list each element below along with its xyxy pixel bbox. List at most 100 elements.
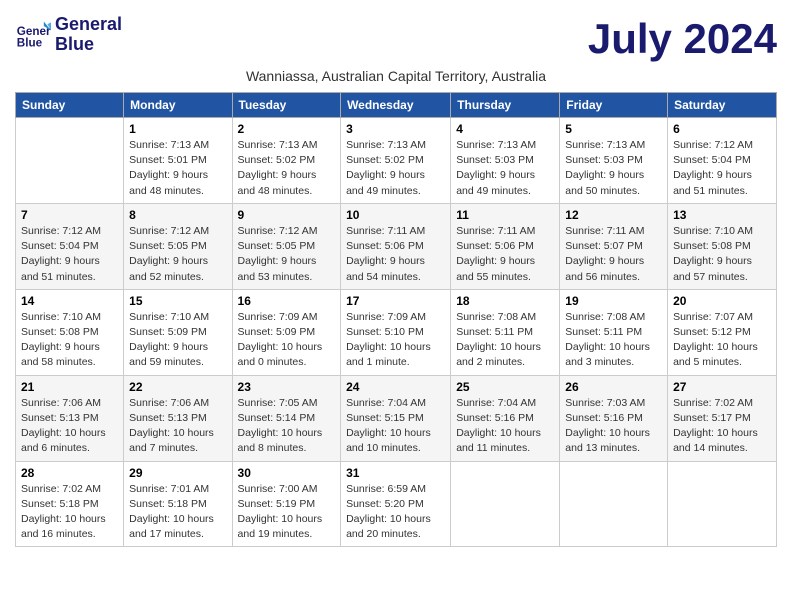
day-info: Sunrise: 7:12 AM Sunset: 5:05 PM Dayligh…	[238, 224, 336, 285]
day-info: Sunrise: 7:10 AM Sunset: 5:08 PM Dayligh…	[21, 310, 118, 371]
day-number: 24	[346, 380, 445, 394]
month-title: July 2024	[588, 15, 777, 63]
day-number: 23	[238, 380, 336, 394]
week-row-3: 14Sunrise: 7:10 AM Sunset: 5:08 PM Dayli…	[16, 289, 777, 375]
header-thursday: Thursday	[451, 93, 560, 118]
day-number: 29	[129, 466, 226, 480]
calendar-table: SundayMondayTuesdayWednesdayThursdayFrid…	[15, 92, 777, 547]
day-cell: 25 Sunrise: 7:04 AM Sunset: 5:16 PM Dayli…	[451, 375, 560, 461]
day-cell	[668, 461, 777, 547]
day-info: Sunrise: 7:12 AM Sunset: 5:05 PM Dayligh…	[129, 224, 226, 285]
day-number: 11	[456, 208, 554, 222]
week-row-2: 7 Sunrise: 7:12 AM Sunset: 5:04 PM Daylig…	[16, 203, 777, 289]
day-cell: 30Sunrise: 7:00 AM Sunset: 5:19 PM Dayli…	[232, 461, 341, 547]
week-row-4: 21 Sunrise: 7:06 AM Sunset: 5:13 PM Dayli…	[16, 375, 777, 461]
day-info: Sunrise: 7:04 AM Sunset: 5:16 PM Dayligh…	[456, 396, 554, 457]
header-monday: Monday	[124, 93, 232, 118]
day-info: Sunrise: 7:12 AM Sunset: 5:04 PM Dayligh…	[21, 224, 118, 285]
day-number: 2	[238, 122, 336, 136]
logo-icon: General Blue	[15, 17, 51, 53]
day-info: Sunrise: 7:05 AM Sunset: 5:14 PM Dayligh…	[238, 396, 336, 457]
day-info: Sunrise: 7:13 AM Sunset: 5:01 PM Dayligh…	[129, 138, 226, 199]
logo: General Blue General Blue	[15, 15, 122, 55]
day-cell: 12 Sunrise: 7:11 AM Sunset: 5:07 PM Dayli…	[560, 203, 668, 289]
day-cell	[451, 461, 560, 547]
day-cell: 21 Sunrise: 7:06 AM Sunset: 5:13 PM Dayli…	[16, 375, 124, 461]
day-info: Sunrise: 7:11 AM Sunset: 5:07 PM Dayligh…	[565, 224, 662, 285]
day-cell: 13 Sunrise: 7:10 AM Sunset: 5:08 PM Dayli…	[668, 203, 777, 289]
day-number: 21	[21, 380, 118, 394]
calendar-header-row: SundayMondayTuesdayWednesdayThursdayFrid…	[16, 93, 777, 118]
day-cell: 3 Sunrise: 7:13 AM Sunset: 5:02 PM Daylig…	[341, 118, 451, 204]
day-info: Sunrise: 7:13 AM Sunset: 5:03 PM Dayligh…	[456, 138, 554, 199]
day-number: 31	[346, 466, 445, 480]
day-info: Sunrise: 7:09 AM Sunset: 5:09 PM Dayligh…	[238, 310, 336, 371]
day-info: Sunrise: 7:02 AM Sunset: 5:17 PM Dayligh…	[673, 396, 771, 457]
day-cell: 20Sunrise: 7:07 AM Sunset: 5:12 PM Dayli…	[668, 289, 777, 375]
day-info: Sunrise: 7:06 AM Sunset: 5:13 PM Dayligh…	[21, 396, 118, 457]
day-cell: 31 Sunrise: 6:59 AM Sunset: 5:20 PM Dayli…	[341, 461, 451, 547]
day-cell: 26Sunrise: 7:03 AM Sunset: 5:16 PM Dayli…	[560, 375, 668, 461]
day-cell: 15 Sunrise: 7:10 AM Sunset: 5:09 PM Dayli…	[124, 289, 232, 375]
day-number: 15	[129, 294, 226, 308]
day-info: Sunrise: 7:10 AM Sunset: 5:08 PM Dayligh…	[673, 224, 771, 285]
day-number: 1	[129, 122, 226, 136]
day-cell: 14Sunrise: 7:10 AM Sunset: 5:08 PM Dayli…	[16, 289, 124, 375]
header-sunday: Sunday	[16, 93, 124, 118]
day-number: 30	[238, 466, 336, 480]
day-cell: 2 Sunrise: 7:13 AM Sunset: 5:02 PM Daylig…	[232, 118, 341, 204]
svg-text:Blue: Blue	[17, 36, 43, 49]
day-cell: 18 Sunrise: 7:08 AM Sunset: 5:11 PM Dayli…	[451, 289, 560, 375]
header-wednesday: Wednesday	[341, 93, 451, 118]
day-number: 10	[346, 208, 445, 222]
day-number: 22	[129, 380, 226, 394]
day-cell: 8 Sunrise: 7:12 AM Sunset: 5:05 PM Daylig…	[124, 203, 232, 289]
header-friday: Friday	[560, 93, 668, 118]
day-number: 4	[456, 122, 554, 136]
day-number: 8	[129, 208, 226, 222]
day-info: Sunrise: 7:11 AM Sunset: 5:06 PM Dayligh…	[456, 224, 554, 285]
day-number: 17	[346, 294, 445, 308]
day-number: 5	[565, 122, 662, 136]
day-number: 9	[238, 208, 336, 222]
day-cell: 29Sunrise: 7:01 AM Sunset: 5:18 PM Dayli…	[124, 461, 232, 547]
logo-line1: General	[55, 15, 122, 35]
day-info: Sunrise: 7:08 AM Sunset: 5:11 PM Dayligh…	[456, 310, 554, 371]
day-info: Sunrise: 7:08 AM Sunset: 5:11 PM Dayligh…	[565, 310, 662, 371]
header-saturday: Saturday	[668, 93, 777, 118]
day-number: 18	[456, 294, 554, 308]
day-info: Sunrise: 7:09 AM Sunset: 5:10 PM Dayligh…	[346, 310, 445, 371]
day-cell: 10 Sunrise: 7:11 AM Sunset: 5:06 PM Dayli…	[341, 203, 451, 289]
week-row-1: 1 Sunrise: 7:13 AM Sunset: 5:01 PM Daylig…	[16, 118, 777, 204]
day-number: 13	[673, 208, 771, 222]
subtitle: Wanniassa, Australian Capital Territory,…	[15, 68, 777, 84]
logo-line2: Blue	[55, 35, 122, 55]
day-cell	[560, 461, 668, 547]
day-cell: 5 Sunrise: 7:13 AM Sunset: 5:03 PM Daylig…	[560, 118, 668, 204]
day-number: 3	[346, 122, 445, 136]
day-cell: 23 Sunrise: 7:05 AM Sunset: 5:14 PM Dayli…	[232, 375, 341, 461]
day-number: 28	[21, 466, 118, 480]
day-cell	[16, 118, 124, 204]
day-cell: 22 Sunrise: 7:06 AM Sunset: 5:13 PM Dayli…	[124, 375, 232, 461]
day-info: Sunrise: 7:13 AM Sunset: 5:02 PM Dayligh…	[238, 138, 336, 199]
day-info: Sunrise: 7:07 AM Sunset: 5:12 PM Dayligh…	[673, 310, 771, 371]
page-header: General Blue General Blue July 2024	[15, 15, 777, 63]
day-cell: 19Sunrise: 7:08 AM Sunset: 5:11 PM Dayli…	[560, 289, 668, 375]
day-number: 7	[21, 208, 118, 222]
day-info: Sunrise: 7:13 AM Sunset: 5:02 PM Dayligh…	[346, 138, 445, 199]
day-info: Sunrise: 7:03 AM Sunset: 5:16 PM Dayligh…	[565, 396, 662, 457]
day-info: Sunrise: 7:12 AM Sunset: 5:04 PM Dayligh…	[673, 138, 771, 199]
day-cell: 4 Sunrise: 7:13 AM Sunset: 5:03 PM Daylig…	[451, 118, 560, 204]
day-cell: 9 Sunrise: 7:12 AM Sunset: 5:05 PM Daylig…	[232, 203, 341, 289]
day-info: Sunrise: 7:11 AM Sunset: 5:06 PM Dayligh…	[346, 224, 445, 285]
day-number: 27	[673, 380, 771, 394]
day-cell: 1 Sunrise: 7:13 AM Sunset: 5:01 PM Daylig…	[124, 118, 232, 204]
day-cell: 27 Sunrise: 7:02 AM Sunset: 5:17 PM Dayli…	[668, 375, 777, 461]
day-info: Sunrise: 6:59 AM Sunset: 5:20 PM Dayligh…	[346, 482, 445, 543]
day-number: 25	[456, 380, 554, 394]
day-info: Sunrise: 7:13 AM Sunset: 5:03 PM Dayligh…	[565, 138, 662, 199]
day-info: Sunrise: 7:06 AM Sunset: 5:13 PM Dayligh…	[129, 396, 226, 457]
day-number: 12	[565, 208, 662, 222]
day-info: Sunrise: 7:10 AM Sunset: 5:09 PM Dayligh…	[129, 310, 226, 371]
